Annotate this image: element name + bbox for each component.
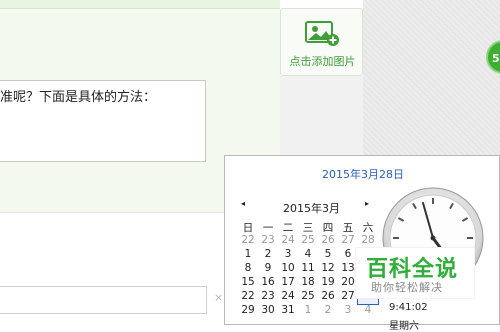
calendar-weekday-header: 二: [282, 222, 294, 234]
calendar-day[interactable]: 2: [318, 304, 338, 318]
calendar-day[interactable]: 28: [358, 234, 378, 248]
calendar-day[interactable]: 1: [238, 248, 258, 262]
calendar-weekday-header: 三: [302, 222, 314, 234]
calendar-day[interactable]: 23: [258, 234, 278, 248]
calendar-day[interactable]: 13: [338, 262, 358, 276]
close-icon[interactable]: ×: [214, 292, 224, 303]
calendar-day[interactable]: 3: [338, 304, 358, 318]
calendar-month-label: 2015年3月: [283, 202, 340, 215]
calendar-day[interactable]: 22: [238, 234, 258, 248]
popup-full-date[interactable]: 2015年3月28日: [225, 166, 500, 182]
calendar-weekday-header: 五: [342, 222, 354, 234]
calendar-day[interactable]: 22: [238, 290, 258, 304]
calendar-day[interactable]: 25: [298, 290, 318, 304]
calendar-day[interactable]: 24: [278, 234, 298, 248]
calendar-day[interactable]: 1: [298, 304, 318, 318]
add-image-label: 点击添加图片: [289, 55, 356, 68]
calendar-weekday-header: 一: [262, 222, 274, 234]
calendar-day[interactable]: 2: [258, 248, 278, 262]
datetime-popup: 2015年3月28日 ◂ 2015年3月 ▸ 日一二三四五六 22 23 24 25 26…: [224, 155, 500, 325]
calendar-weekday-header: 日: [242, 222, 254, 234]
watermark-subtitle: 助你轻松解决: [371, 281, 443, 294]
baike-watermark-logo: 百科全说 助你轻松解决: [356, 248, 474, 298]
calendar-weekday-header: 四: [322, 222, 334, 234]
calendar-day[interactable]: 17: [278, 276, 298, 290]
calendar-day[interactable]: 27: [338, 290, 358, 304]
calendar-day[interactable]: 31: [278, 304, 298, 318]
calendar-day[interactable]: 5: [318, 248, 338, 262]
question-text: 准呢？下面是具体的方法：: [0, 90, 157, 105]
calendar-day[interactable]: 3: [278, 248, 298, 262]
digital-time: 9:41:02: [389, 302, 428, 313]
calendar-day[interactable]: 25: [298, 234, 318, 248]
calendar-day[interactable]: 29: [238, 304, 258, 318]
calendar-day[interactable]: 20: [338, 276, 358, 290]
calendar-day[interactable]: 30: [258, 304, 278, 318]
calendar-day[interactable]: 11: [298, 262, 318, 276]
calendar-day[interactable]: 19: [318, 276, 338, 290]
calendar-next-icon[interactable]: ▸: [365, 199, 369, 208]
image-add-icon: [305, 21, 339, 46]
calendar-day[interactable]: 8: [238, 262, 258, 276]
calendar-day[interactable]: 23: [258, 290, 278, 304]
calendar-day[interactable]: 12: [318, 262, 338, 276]
calendar-day[interactable]: 4: [298, 248, 318, 262]
calendar-day[interactable]: 16: [258, 276, 278, 290]
calendar-day[interactable]: 6: [338, 248, 358, 262]
calendar-day[interactable]: 10: [278, 262, 298, 276]
calendar-day[interactable]: 26: [318, 234, 338, 248]
add-image-button[interactable]: 点击添加图片: [280, 8, 363, 76]
calendar-day[interactable]: 26: [318, 290, 338, 304]
calendar-day[interactable]: 15: [238, 276, 258, 290]
bottom-input-field[interactable]: [0, 286, 207, 314]
calendar-day[interactable]: 9: [258, 262, 278, 276]
calendar-day[interactable]: 27: [338, 234, 358, 248]
calendar-day[interactable]: 18: [298, 276, 318, 290]
calendar-prev-icon[interactable]: ◂: [241, 199, 245, 208]
calendar-day[interactable]: 4: [358, 304, 378, 318]
calendar-day[interactable]: 24: [278, 290, 298, 304]
panel-top-band: [0, 0, 280, 9]
calendar-weekday-header: 六: [362, 222, 374, 234]
